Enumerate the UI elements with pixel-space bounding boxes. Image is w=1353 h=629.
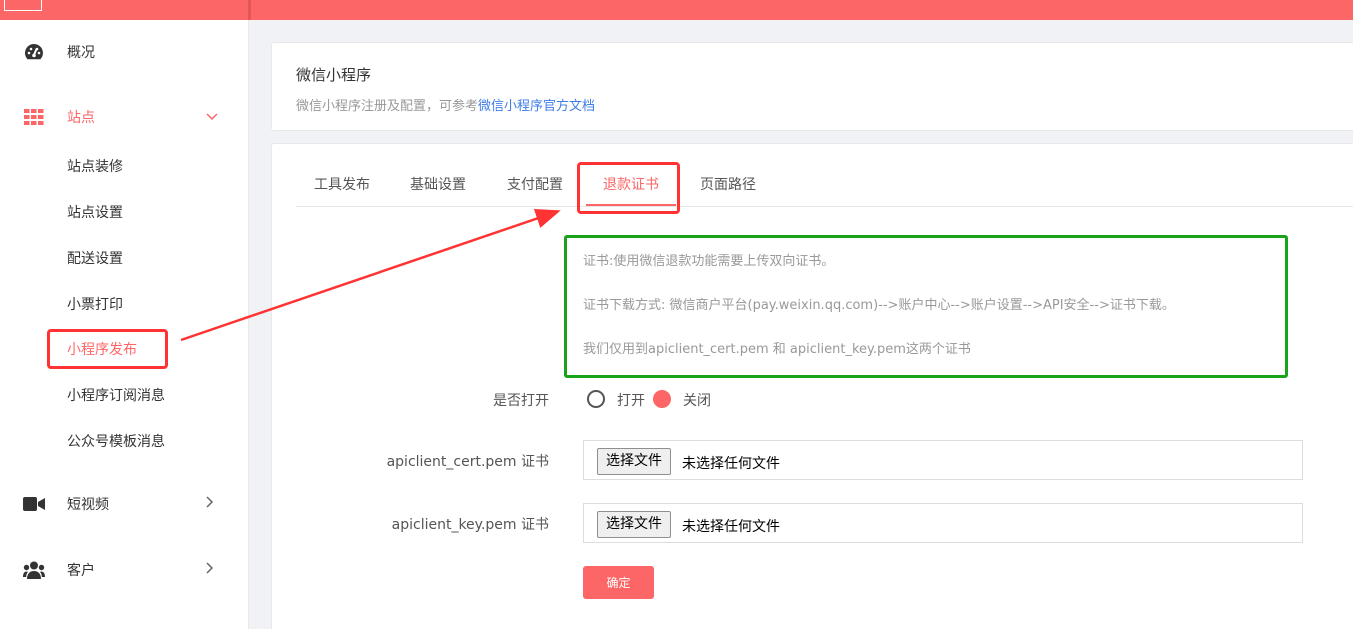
tab-bar: 工具发布 基础设置 支付配置 退款证书 页面路径 — [296, 144, 1353, 207]
sidebar-item-overview[interactable]: 概况 — [0, 32, 249, 72]
sidebar-subitem-receipt-print[interactable]: 小票打印 — [67, 295, 123, 315]
annotation-box-tab — [577, 162, 680, 214]
annotation-box-notice — [564, 235, 1288, 378]
radio-open[interactable] — [587, 390, 605, 408]
sidebar-subitem-official-template[interactable]: 公众号模板消息 — [67, 432, 165, 452]
top-bar-divider — [248, 0, 251, 20]
page-title: 微信小程序 — [296, 66, 372, 84]
tab-basic-settings[interactable]: 基础设置 — [410, 174, 466, 194]
tab-tool-publish[interactable]: 工具发布 — [314, 174, 370, 194]
choose-file-button[interactable]: 选择文件 — [597, 511, 671, 538]
sidebar-subitem-site-settings[interactable]: 站点设置 — [67, 203, 123, 223]
top-bar — [0, 0, 1353, 20]
toggle-label: 是否打开 — [493, 393, 549, 409]
sidebar-item-label: 站点 — [67, 110, 95, 126]
sidebar: 概况 站点 站点装修 站点设置 配送设置 小票打印 小程序发布 小程序订阅消息 … — [0, 20, 249, 629]
sidebar-item-short-video[interactable]: 短视频 — [0, 484, 249, 524]
cert-file-label: apiclient_cert.pem 证书 — [386, 454, 549, 470]
video-camera-icon — [23, 493, 45, 515]
grid-icon — [23, 106, 45, 128]
sidebar-subitem-site-decoration[interactable]: 站点装修 — [67, 157, 123, 177]
choose-file-button[interactable]: 选择文件 — [597, 448, 671, 475]
sidebar-item-site[interactable]: 站点 — [0, 97, 249, 137]
sidebar-subitem-miniprogram-subscribe[interactable]: 小程序订阅消息 — [67, 386, 165, 406]
sidebar-subitem-delivery-settings[interactable]: 配送设置 — [67, 249, 123, 269]
dashboard-icon — [23, 41, 45, 63]
logo[interactable] — [4, 0, 42, 11]
key-file-input[interactable]: 选择文件 未选择任何文件 — [583, 503, 1303, 543]
chevron-right-icon — [206, 562, 214, 578]
chevron-right-icon — [206, 496, 214, 512]
sidebar-item-label: 短视频 — [67, 497, 109, 513]
header-card: 微信小程序 微信小程序注册及配置，可参考微信小程序官方文档 — [271, 42, 1353, 131]
file-status: 未选择任何文件 — [682, 519, 780, 535]
users-icon — [23, 559, 45, 581]
main-card: 工具发布 基础设置 支付配置 退款证书 页面路径 — [271, 143, 1353, 629]
description-text: 微信小程序注册及配置，可参考 — [296, 99, 479, 114]
file-status: 未选择任何文件 — [682, 456, 780, 472]
tab-payment-config[interactable]: 支付配置 — [507, 174, 563, 194]
page-description: 微信小程序注册及配置，可参考微信小程序官方文档 — [296, 95, 595, 114]
annotation-box-sidebar — [47, 329, 168, 369]
sidebar-item-customer[interactable]: 客户 — [0, 550, 249, 590]
radio-open-label[interactable]: 打开 — [617, 390, 645, 410]
key-file-label: apiclient_key.pem 证书 — [391, 517, 549, 533]
sidebar-item-label: 概况 — [67, 45, 95, 61]
cert-file-input[interactable]: 选择文件 未选择任何文件 — [583, 440, 1303, 480]
radio-close-label[interactable]: 关闭 — [683, 390, 711, 410]
radio-close[interactable] — [653, 390, 671, 408]
official-docs-link[interactable]: 微信小程序官方文档 — [478, 99, 595, 114]
chevron-down-icon — [206, 110, 218, 125]
sidebar-item-label: 客户 — [67, 563, 95, 579]
submit-button[interactable]: 确定 — [583, 566, 654, 599]
tab-page-path[interactable]: 页面路径 — [700, 174, 756, 194]
